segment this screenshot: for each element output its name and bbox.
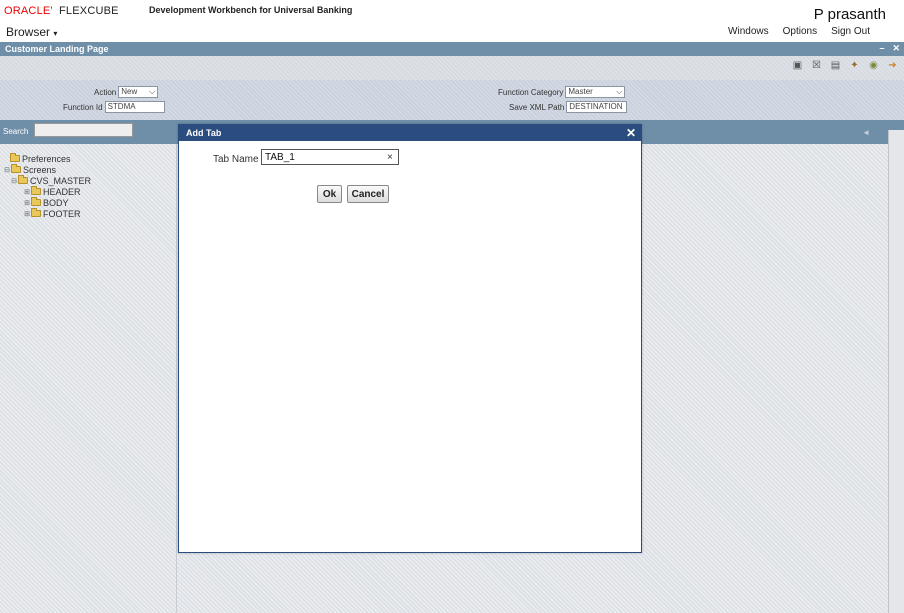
- folder-icon: [31, 197, 41, 206]
- window-controls: – ✕: [879, 43, 900, 54]
- action-label: Action: [94, 87, 117, 97]
- action-value: New: [121, 87, 138, 96]
- ok-button[interactable]: Ok: [317, 185, 342, 203]
- add-tab-dialog: Add Tab ✕ Tab Name × Ok Cancel: [178, 124, 642, 553]
- clear-input-icon[interactable]: ×: [387, 152, 393, 163]
- chevron-down-icon: ⌵: [616, 87, 623, 96]
- dropdown-arrow-icon: ▾: [53, 29, 58, 38]
- function-id-input[interactable]: STDMA: [104, 101, 165, 113]
- tree-label: FOOTER: [43, 208, 81, 219]
- expand-toggle-icon[interactable]: ⊞: [24, 210, 30, 218]
- exit-icon[interactable]: ➜: [887, 60, 898, 71]
- expand-toggle-icon[interactable]: ⊞: [24, 188, 30, 196]
- delete-icon[interactable]: ☒: [811, 60, 822, 71]
- menu-windows[interactable]: Windows: [728, 26, 769, 37]
- window-title: Customer Landing Page: [5, 44, 109, 54]
- close-window-icon[interactable]: ✕: [892, 43, 900, 54]
- expand-toggle-icon[interactable]: ⊞: [24, 199, 30, 207]
- tree-label: Preferences: [22, 153, 71, 164]
- toolbar-icons: ▣ ☒ ▤ ✦ ◉ ➜: [792, 60, 898, 71]
- save-xml-path-row: Save XML Path DESTINATION: [509, 101, 628, 113]
- folder-icon: [18, 175, 28, 184]
- tree-node-body[interactable]: ⊞ BODY: [4, 197, 91, 208]
- generate-icon[interactable]: ✦: [849, 60, 860, 71]
- refresh-icon[interactable]: ◉: [868, 60, 879, 71]
- logo-oracle-text: ORACLE': [4, 5, 53, 17]
- save-xml-path-input[interactable]: DESTINATION: [566, 101, 628, 113]
- minimize-icon[interactable]: –: [879, 43, 884, 54]
- tree-label: HEADER: [43, 186, 81, 197]
- tree-label: BODY: [43, 197, 69, 208]
- browser-menu-label: Browser: [6, 25, 51, 39]
- cancel-button[interactable]: Cancel: [347, 185, 389, 203]
- save-xml-path-label: Save XML Path: [509, 102, 565, 112]
- browser-menu[interactable]: Browser ▾: [6, 25, 57, 39]
- function-category-value: Master: [568, 87, 593, 96]
- dialog-title: Add Tab: [186, 128, 222, 138]
- tree-node-screens[interactable]: ⊟ Screens: [4, 164, 91, 175]
- dialog-header: Add Tab ✕: [179, 125, 641, 141]
- top-header: ORACLE' FLEXCUBE Development Workbench f…: [0, 0, 904, 23]
- tab-name-label: Tab Name: [213, 154, 259, 165]
- folder-icon: [31, 186, 41, 195]
- window-title-bar: Customer Landing Page – ✕: [0, 42, 904, 56]
- menu-sign-out[interactable]: Sign Out: [831, 26, 870, 37]
- vertical-scrollbar[interactable]: [888, 130, 904, 613]
- right-menu: Windows Options Sign Out: [728, 26, 870, 37]
- close-icon[interactable]: ✕: [626, 126, 636, 140]
- folder-icon: [11, 164, 21, 173]
- sidebar-divider: [176, 144, 177, 613]
- user-name: P prasanth: [813, 6, 886, 23]
- function-category-row: Function Category Master ⌵: [498, 86, 626, 98]
- tab-name-input[interactable]: [261, 149, 399, 165]
- collapse-toggle-icon[interactable]: ⊟: [11, 177, 17, 185]
- function-category-label: Function Category: [498, 87, 564, 97]
- folder-icon: [31, 208, 41, 217]
- product-title: Development Workbench for Universal Bank…: [149, 5, 353, 15]
- collapse-icon[interactable]: ◄: [862, 128, 870, 137]
- save-icon[interactable]: ▣: [792, 60, 803, 71]
- action-row: Action New ⌵: [94, 86, 159, 98]
- function-category-select[interactable]: Master ⌵: [565, 86, 626, 98]
- tree-label: CVS_MASTER: [30, 175, 92, 186]
- menu-options[interactable]: Options: [783, 26, 817, 37]
- folder-icon: [10, 153, 20, 162]
- chevron-down-icon: ⌵: [149, 87, 156, 96]
- search-input[interactable]: [34, 123, 133, 137]
- function-id-row: Function Id STDMA: [63, 101, 165, 113]
- toolbar: ▣ ☒ ▤ ✦ ◉ ➜: [0, 56, 904, 80]
- function-form: Action New ⌵ Function Id STDMA Function …: [0, 80, 904, 120]
- menu-bar: Browser ▾ Windows Options Sign Out: [0, 22, 904, 42]
- oracle-flexcube-logo: ORACLE' FLEXCUBE: [4, 5, 119, 17]
- logo-product-text: FLEXCUBE: [59, 5, 119, 17]
- tree-node-cvs-master[interactable]: ⊟ CVS_MASTER: [4, 175, 91, 186]
- app-window: ORACLE' FLEXCUBE Development Workbench f…: [0, 0, 904, 613]
- screen-tree: Preferences ⊟ Screens ⊟ CVS_MASTER ⊞ HEA…: [4, 153, 91, 219]
- tree-node-header[interactable]: ⊞ HEADER: [4, 186, 91, 197]
- search-label: Search: [3, 127, 29, 136]
- tree-label: Screens: [23, 164, 57, 175]
- action-select[interactable]: New ⌵: [118, 86, 159, 98]
- function-id-label: Function Id: [63, 102, 103, 112]
- tree-node-preferences[interactable]: Preferences: [4, 153, 91, 164]
- list-icon[interactable]: ▤: [830, 60, 841, 71]
- collapse-toggle-icon[interactable]: ⊟: [4, 166, 10, 174]
- tree-node-footer[interactable]: ⊞ FOOTER: [4, 208, 91, 219]
